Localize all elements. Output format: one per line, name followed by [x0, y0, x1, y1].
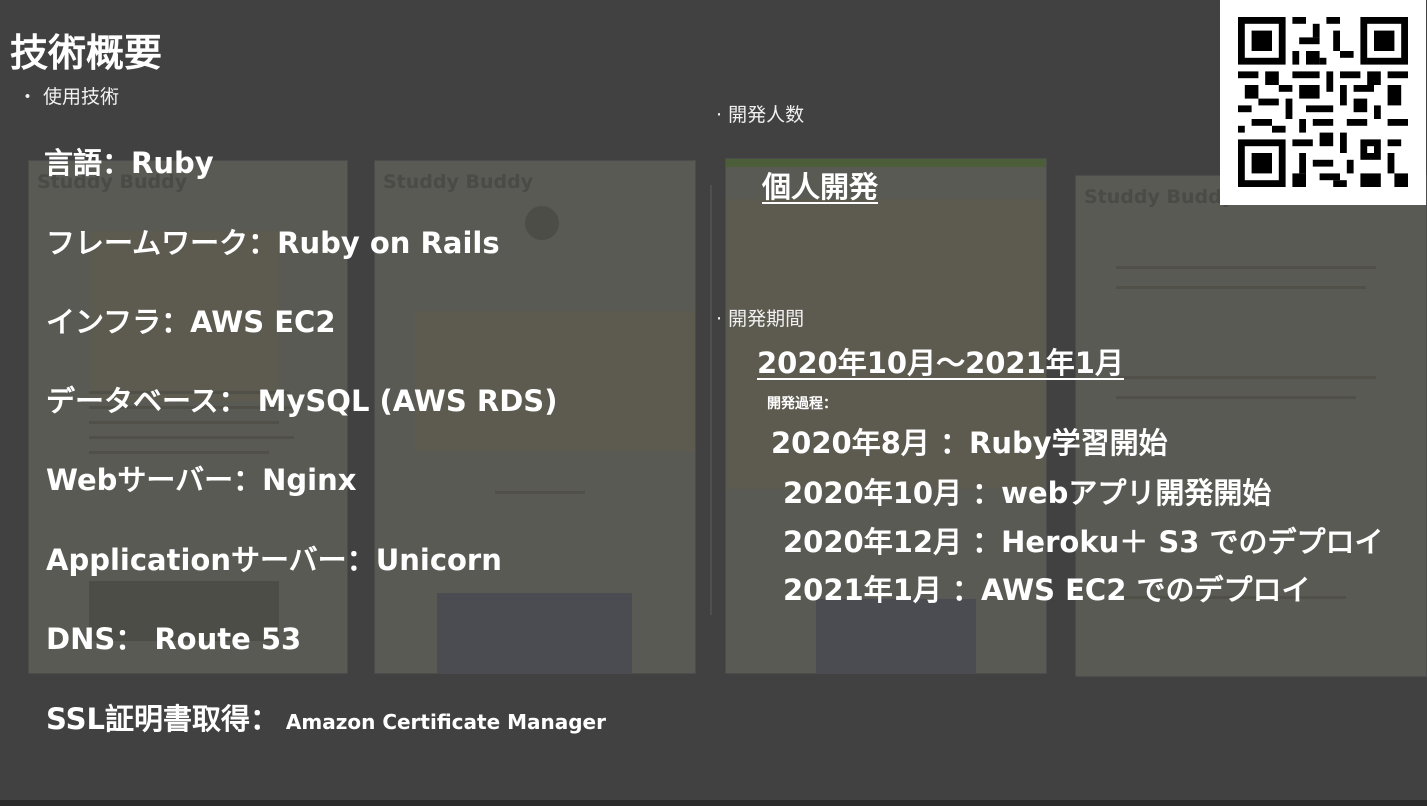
tech-item-database: データベース： MySQL (AWS RDS) [46, 384, 558, 418]
tech-item-ssl: SSL証明書取得： Amazon Certificate Manager [46, 702, 606, 736]
process-label: 開発過程： [767, 396, 837, 412]
team-value: 個人開発 [762, 170, 879, 204]
slide: Studdy Buddy Studdy Buddy Studdy Buddy 技… [0, 0, 1427, 800]
process-step: 2021年1月 ：AWS EC2 でのデプロイ [783, 573, 1311, 607]
process-step: 2020年12月 ：Heroku＋ S3 でのデプロイ [783, 525, 1384, 559]
period-value: 2020年10月〜2021年1月 [757, 346, 1124, 380]
qr-code-icon [1238, 17, 1408, 187]
tech-item-framework: フレームワーク：Ruby on Rails [46, 226, 500, 260]
tech-item-appserver: Applicationサーバー：Unicorn [46, 543, 502, 577]
process-step: 2020年10月 ：webアプリ開発開始 [783, 476, 1272, 510]
period-label: · 開発期間 [716, 308, 805, 330]
qr-code[interactable] [1220, 0, 1426, 205]
tech-item-language: 言語：Ruby [44, 146, 214, 180]
divider [710, 185, 712, 615]
tech-item-dns: DNS： Route 53 [46, 622, 302, 656]
tech-item-infra: インフラ：AWS EC2 [46, 305, 336, 339]
team-label: · 開発人数 [716, 104, 805, 126]
page-title: 技術概要 [10, 31, 163, 75]
process-step: 2020年8月 ：Ruby学習開始 [771, 426, 1168, 460]
tech-item-webserver: Webサーバー：Nginx [46, 463, 357, 497]
bottom-strip [0, 800, 1427, 806]
bg-brand-text: Studdy Buddy [1084, 186, 1235, 208]
bg-brand-text: Studdy Buddy [383, 171, 534, 193]
tech-section-label: ・ 使用技術 [18, 86, 120, 108]
